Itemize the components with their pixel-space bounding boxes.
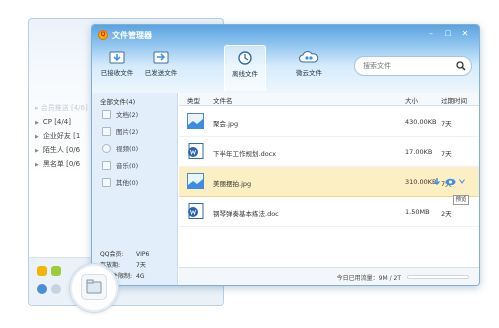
vip-info: QQ会员: VIP6 xyxy=(100,249,149,258)
other-icon xyxy=(102,178,111,187)
contact-group-label: 企业好友 [1 xyxy=(42,132,81,140)
column-header-type[interactable]: 类型 xyxy=(187,95,200,105)
sent-files-icon xyxy=(153,51,169,64)
contact-group-row[interactable]: ▸ 会员推送 [4/6] xyxy=(35,103,88,114)
video-icon xyxy=(102,144,111,153)
sidebar-item-label: 其他(0) xyxy=(116,179,139,187)
weiyun-cloud-icon xyxy=(299,51,319,63)
tab-offline-files[interactable]: 离线文件 xyxy=(224,45,266,91)
file-size: 17.00KB xyxy=(405,148,433,156)
tab-label: 微云文件 xyxy=(296,69,322,77)
traffic-usage-text: 今日已用流量：9M / 2T xyxy=(336,275,401,282)
received-files-icon xyxy=(109,51,125,64)
file-name: 钢琴弹奏基本练法.doc xyxy=(213,210,279,218)
maximize-button[interactable]: □ xyxy=(441,28,455,39)
file-row[interactable]: 聚会.jpg 430.00KB 7天 xyxy=(179,107,479,137)
contact-group-label: 陌生人 [0/6 xyxy=(42,146,81,154)
info-value: 7天 xyxy=(136,262,146,269)
file-row-selected[interactable]: 美丽摆拍.jpg 310.00KB 7天 xyxy=(179,167,479,197)
qq-app-icon[interactable] xyxy=(51,266,61,276)
file-expire: 2天 xyxy=(441,210,452,218)
file-name: 美丽摆拍.jpg xyxy=(213,180,252,188)
file-name: 聚会.jpg xyxy=(213,120,239,128)
column-header-expire[interactable]: 过期时间 xyxy=(441,95,467,105)
tab-received-files[interactable]: 已接收文件 xyxy=(96,45,138,91)
qq-user-icon[interactable] xyxy=(37,284,47,294)
status-bar: 今日已用流量：9M / 2T xyxy=(179,267,479,285)
sidebar-item-images[interactable]: 图片(2) xyxy=(102,125,174,140)
close-button[interactable]: ✕ xyxy=(458,28,472,39)
image-file-icon xyxy=(187,113,204,129)
sidebar-item-videos[interactable]: 视频(0) xyxy=(102,142,174,157)
sidebar-item-other[interactable]: 其他(0) xyxy=(102,176,174,191)
traffic-usage-bar xyxy=(407,275,469,279)
file-size: 310.00KB xyxy=(405,178,437,186)
chevron-right-icon: ▶ xyxy=(35,162,39,168)
category-sidebar: 全部文件(4) 文档(2) 图片(2) 视频(0) 音乐(0) 其他(0) QQ… xyxy=(92,93,178,285)
file-row[interactable]: 下半年工作规划.docx 17.00KB 7天 xyxy=(179,137,479,167)
file-manager-launcher-callout[interactable] xyxy=(70,264,118,312)
file-manager-window: Q 文件管理器 – □ ✕ 已接收文件 已发送文件 离线文件 微云文件 全部文件… xyxy=(91,24,480,286)
contact-group-row[interactable]: ▶ CP [4/4] xyxy=(35,117,71,128)
sidebar-item-all-files[interactable]: 全部文件(4) xyxy=(100,96,135,106)
chevron-right-icon: ▶ xyxy=(35,134,39,140)
tab-sent-files[interactable]: 已发送文件 xyxy=(140,45,182,91)
tab-label: 已发送文件 xyxy=(144,69,178,77)
offline-files-icon xyxy=(238,51,252,65)
column-header-name[interactable]: 文件名 xyxy=(213,95,233,105)
sidebar-item-label: 视频(0) xyxy=(116,145,139,153)
file-expire: 7天 xyxy=(441,120,452,128)
file-name: 下半年工作规划.docx xyxy=(213,150,277,158)
search-icon[interactable] xyxy=(456,61,466,71)
sidebar-item-music[interactable]: 音乐(0) xyxy=(102,159,174,174)
tab-label: 离线文件 xyxy=(232,70,258,78)
preview-tooltip: 预览 xyxy=(453,195,469,205)
info-value: VIP6 xyxy=(136,251,150,258)
download-icon[interactable] xyxy=(433,177,441,187)
search-input[interactable] xyxy=(363,59,453,73)
contact-group-row[interactable]: ▶ 陌生人 [0/6 xyxy=(35,145,80,156)
contact-group-row[interactable]: ▶ 黑名单 [0/6 xyxy=(35,159,80,170)
chevron-right-icon: ▶ xyxy=(35,148,39,154)
info-value: 4G xyxy=(136,273,145,280)
search-box[interactable] xyxy=(354,56,472,76)
sidebar-item-label: 音乐(0) xyxy=(116,162,139,170)
preview-eye-icon[interactable] xyxy=(445,177,456,187)
image-file-icon xyxy=(187,173,204,189)
contact-group-label: ▸ 会员推送 [4/6] xyxy=(35,104,88,112)
window-title: 文件管理器 xyxy=(112,31,152,40)
file-expire: 7天 xyxy=(441,150,452,158)
document-icon xyxy=(102,110,111,119)
tab-weiyun-files[interactable]: 微云文件 xyxy=(288,45,330,91)
qq-emoji-icon[interactable] xyxy=(37,266,47,276)
folder-icon xyxy=(86,279,102,294)
tab-label: 已接收文件 xyxy=(100,69,134,77)
sidebar-item-documents[interactable]: 文档(2) xyxy=(102,108,174,123)
word-doc-icon xyxy=(188,203,204,219)
sidebar-item-label: 文档(2) xyxy=(116,111,139,119)
contact-group-row[interactable]: ▶ 企业好友 [1 xyxy=(35,131,80,142)
sidebar-item-label: 图片(2) xyxy=(116,128,139,136)
chevron-down-icon[interactable] xyxy=(459,179,465,184)
music-icon xyxy=(102,161,111,170)
file-manager-launcher-icon[interactable] xyxy=(81,274,107,300)
contact-group-label: 黑名单 [0/6 xyxy=(42,160,81,168)
file-size: 1.50MB xyxy=(405,208,430,216)
word-doc-icon xyxy=(188,143,204,159)
file-row[interactable]: 钢琴弹奏基本练法.doc 1.50MB 2天 xyxy=(179,197,479,227)
info-key: QQ会员: xyxy=(100,251,124,258)
file-table-header: 类型 文件名 大小 过期时间 xyxy=(179,93,479,106)
file-size: 430.00KB xyxy=(405,118,437,126)
chevron-right-icon: ▶ xyxy=(35,120,39,126)
qq-search-icon[interactable] xyxy=(51,284,61,294)
column-header-size[interactable]: 大小 xyxy=(405,95,418,105)
qq-logo-icon: Q xyxy=(98,30,108,40)
minimize-button[interactable]: – xyxy=(424,28,438,39)
image-icon xyxy=(102,127,111,136)
contact-group-label: CP [4/4] xyxy=(42,118,71,126)
